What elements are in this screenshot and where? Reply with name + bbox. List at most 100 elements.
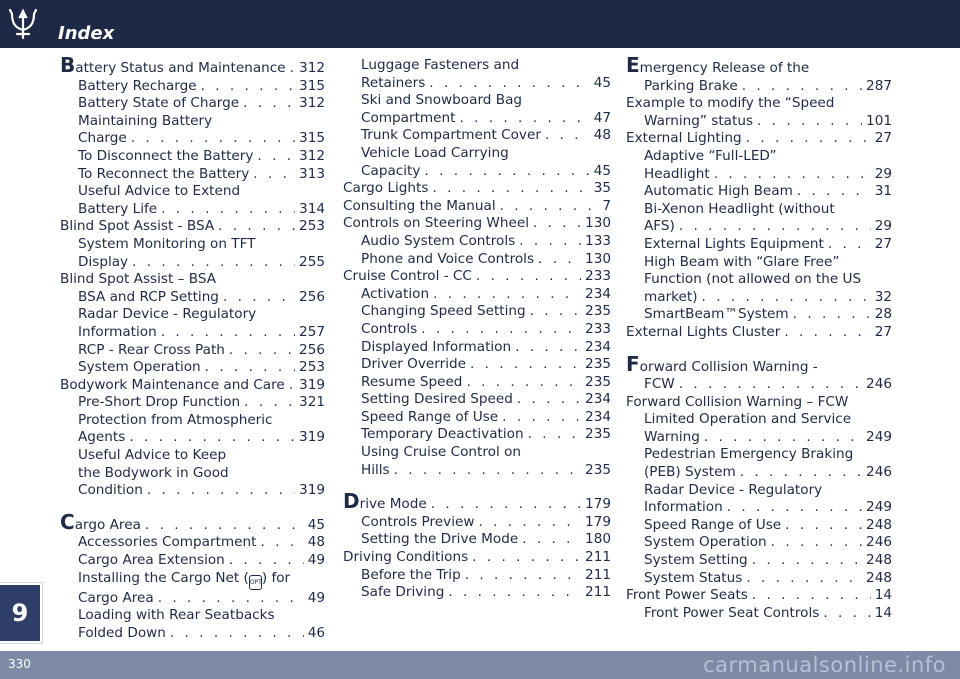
entry-label: Displayed Information <box>361 338 512 355</box>
entry-page-number: 246 <box>866 534 892 551</box>
entry-label: System Operation <box>644 534 767 551</box>
entry-text-line: Function (not allowed on the US <box>644 271 862 288</box>
entry-label: External Lights Cluster <box>626 323 781 340</box>
entry-label: System Setting <box>644 552 748 569</box>
entry-page-number: 14 <box>874 587 892 604</box>
entry-page-number: 235 <box>585 373 611 390</box>
index-column-2: Luggage Fasteners and Retainers. . . . . … <box>343 57 611 602</box>
dot-leader: . . . . . . . . . . . . . . . . . . . . … <box>726 499 862 516</box>
dot-leader: . . . . . . . . . . . . . . . . . . . . … <box>472 549 581 566</box>
dot-leader: . . . . . . . . . . . . . . . . . . . . … <box>421 320 581 337</box>
page-number: 330 <box>8 657 31 671</box>
dot-leader: . . . . . . . . . . . . . . . . . . . . … <box>260 534 303 551</box>
entry-row: Blind Spot Assist - BSA. . . . . . . . .… <box>60 218 325 236</box>
dot-leader: . . . . . . . . . . . . . . . . . . . . … <box>796 183 871 200</box>
section-initial: E <box>626 53 640 77</box>
entry-heading: Forward Collision Warning - <box>626 354 892 377</box>
dot-leader: . . . . . . . . . . . . . . . . . . . . … <box>757 112 862 129</box>
index-entry: Bi-Xenon Headlight (without AFS). . . . .… <box>626 201 892 236</box>
entry-label: Blind Spot Assist - BSA <box>60 218 215 235</box>
entry-text-line: Loading with Rear Seatbacks <box>78 607 275 624</box>
dot-leader: . . . . . . . . . . . . . . . . . . . . … <box>290 60 295 78</box>
entry-label: Condition <box>78 482 143 499</box>
entry-page-number: 35 <box>593 180 611 197</box>
entry-page-number: 246 <box>866 376 892 393</box>
dot-leader: . . . . . . . . . . . . . . . . . . . . … <box>466 373 581 390</box>
entry-row: Controls on Steering Wheel. . . . . . . … <box>343 215 611 233</box>
entry-row: Safe Driving. . . . . . . . . . . . . . … <box>343 584 611 602</box>
index-entry: Audio System Controls. . . . . . . . . .… <box>343 233 611 251</box>
entry-page-number: 211 <box>585 584 611 601</box>
entry-row: Cargo Area Extension. . . . . . . . . . … <box>60 552 325 570</box>
dot-leader: . . . . . . . . . . . . . . . . . . . . … <box>713 165 871 182</box>
entry-row: Setting Desired Speed. . . . . . . . . .… <box>343 391 611 409</box>
entry-row: Temporary Deactivation. . . . . . . . . … <box>343 426 611 444</box>
entry-label: Battery Life <box>78 200 158 217</box>
entry-row: Phone and Voice Controls. . . . . . . . … <box>343 251 611 269</box>
entry-text-line: Adaptive “Full-LED” <box>644 147 777 164</box>
dot-leader: . . . . . . . . . . . . . . . . . . . . … <box>544 127 590 144</box>
entry-page-number: 321 <box>299 394 325 411</box>
dot-leader: . . . . . . . . . . . . . . . . . . . . … <box>157 589 304 606</box>
entry-text: attery Status and Maintenance <box>75 60 286 76</box>
entry-row: Battery Recharge. . . . . . . . . . . . … <box>60 78 325 96</box>
entry-row: Battery Status and Maintenance . . . . . … <box>60 55 325 78</box>
entry-page-number: 101 <box>866 112 892 129</box>
entry-page-number: 248 <box>866 516 892 533</box>
entry-row: Headlight. . . . . . . . . . . . . . . .… <box>626 166 892 184</box>
entry-label: Cargo Area <box>78 589 154 606</box>
entry-row: Cargo Lights. . . . . . . . . . . . . . … <box>343 180 611 198</box>
entry-row: System Operation. . . . . . . . . . . . … <box>626 534 892 552</box>
entry-row: To Disconnect the Battery. . . . . . . .… <box>60 148 325 166</box>
entry-text-line: Useful Advice to Keep <box>78 447 227 464</box>
index-entry: Drive Mode. . . . . . . . . . . . . . . … <box>343 491 611 514</box>
trident-logo-icon <box>8 8 38 40</box>
entry-row: Resume Speed. . . . . . . . . . . . . . … <box>343 374 611 392</box>
dot-leader: . . . . . . . . . . . . . . . . . . . . … <box>784 323 870 340</box>
entry-text-line: High Beam with “Glare Free” <box>644 253 840 270</box>
entry-page-number: 256 <box>299 288 325 305</box>
entry-text: Installing the Cargo Net ( <box>78 569 249 586</box>
entry-row: Parking Brake. . . . . . . . . . . . . .… <box>626 78 892 96</box>
entry-page-number: 133 <box>585 232 611 249</box>
entry-row: market). . . . . . . . . . . . . . . . .… <box>626 289 892 307</box>
dot-leader: . . . . . . . . . . . . . . . . . . . . … <box>161 200 295 217</box>
entry-text-line: Limited Operation and Service <box>644 411 852 428</box>
entry-label: System Operation <box>78 359 201 376</box>
footer-bar: 330 carmanualsonline.info <box>0 651 960 679</box>
index-entry: Radar Device - Regulatory Information. . … <box>60 306 325 341</box>
entry-row: Before the Trip. . . . . . . . . . . . .… <box>343 567 611 585</box>
dot-leader: . . . . . . . . . . . . . . . . . . . . … <box>792 306 871 323</box>
entry-label: Information <box>78 323 157 340</box>
index-entry: To Reconnect the Battery. . . . . . . . … <box>60 166 325 184</box>
entry-label: Charge <box>78 130 127 147</box>
index-entry: Phone and Voice Controls. . . . . . . . … <box>343 251 611 269</box>
index-entry: External Lighting. . . . . . . . . . . .… <box>626 130 892 148</box>
dot-leader: . . . . . . . . . . . . . . . . . . . . … <box>529 303 581 320</box>
entry-label: Display <box>78 253 129 270</box>
index-entry: Activation. . . . . . . . . . . . . . . … <box>343 286 611 304</box>
dot-leader: . . . . . . . . . . . . . . . . . . . . … <box>519 232 581 249</box>
index-entry: Blind Spot Assist - BSA. . . . . . . . .… <box>60 218 325 236</box>
entry-page-number: 179 <box>585 496 611 513</box>
entry-label: Resume Speed <box>361 373 463 390</box>
dot-leader: . . . . . . . . . . . . . . . . . . . . … <box>129 429 295 446</box>
entry-text: rive Mode <box>359 496 427 513</box>
index-entry: System Monitoring on TFT Display. . . . .… <box>60 236 325 271</box>
entry-row: Cargo Area. . . . . . . . . . . . . . . … <box>60 590 325 608</box>
dot-leader: . . . . . . . . . . . . . . . . . . . . … <box>228 552 304 569</box>
index-entry: Driver Override. . . . . . . . . . . . .… <box>343 356 611 374</box>
entry-row: Capacity. . . . . . . . . . . . . . . . … <box>343 163 611 181</box>
entry-label: Before the Trip <box>361 566 461 583</box>
entry-page-number: 313 <box>299 165 325 182</box>
entry-page-number: 47 <box>593 109 611 126</box>
entry-row: Folded Down. . . . . . . . . . . . . . .… <box>60 625 325 643</box>
entry-row: Speed Range of Use. . . . . . . . . . . … <box>626 517 892 535</box>
index-entry: Trunk Compartment Cover. . . . . . . . .… <box>343 127 611 145</box>
entry-label: Battery Status and Maintenance <box>60 55 286 78</box>
entry-label: Drive Mode <box>343 491 427 514</box>
dot-leader: . . . . . . . . . . . . . . . . . . . . … <box>527 426 581 443</box>
entry-row: Changing Speed Setting. . . . . . . . . … <box>343 303 611 321</box>
entry-label: Agents <box>78 429 126 446</box>
index-entry: Driving Conditions. . . . . . . . . . . … <box>343 549 611 567</box>
